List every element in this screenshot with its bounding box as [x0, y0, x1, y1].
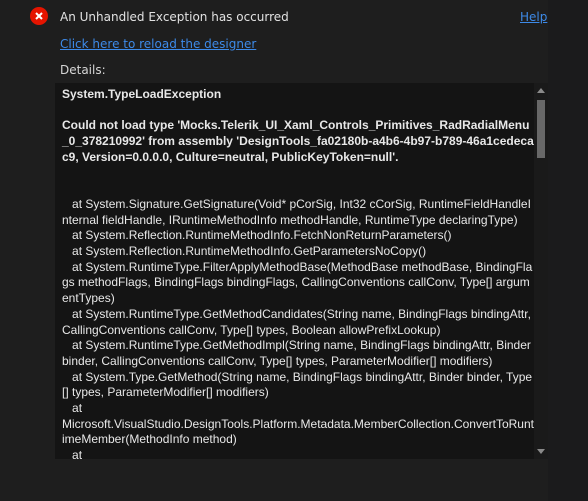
- scroll-down-arrow-icon[interactable]: [537, 449, 545, 454]
- help-link[interactable]: Help: [520, 10, 547, 24]
- details-content: System.TypeLoadException Could not load …: [62, 87, 534, 459]
- exception-type: System.TypeLoadException: [62, 87, 222, 101]
- scroll-up-arrow-icon[interactable]: [537, 88, 545, 93]
- details-scrollbar[interactable]: [534, 83, 548, 459]
- exception-title: An Unhandled Exception has occurred: [60, 10, 289, 24]
- stack-trace: at System.Signature.GetSignature(Void* p…: [62, 196, 534, 459]
- error-icon: [30, 7, 48, 25]
- exception-panel: An Unhandled Exception has occurred Help…: [0, 0, 548, 501]
- scroll-thumb[interactable]: [537, 100, 545, 158]
- exception-message: Could not load type 'Mocks.Telerik_UI_Xa…: [62, 118, 534, 164]
- reload-designer-link[interactable]: Click here to reload the designer: [60, 37, 256, 51]
- details-textbox[interactable]: System.TypeLoadException Could not load …: [55, 83, 548, 459]
- details-label: Details:: [60, 63, 106, 77]
